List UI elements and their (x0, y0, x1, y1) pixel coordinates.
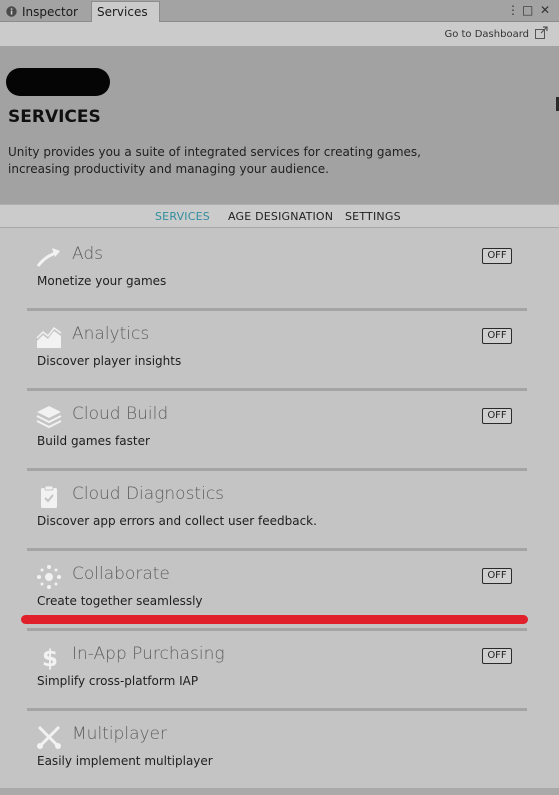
go-to-dashboard-link[interactable]: Go to Dashboard (444, 29, 529, 40)
service-card-cloud-build[interactable]: Cloud Build Build games faster OFF (27, 388, 527, 468)
svg-text:$: $ (42, 646, 58, 670)
service-name: Ads (72, 244, 103, 264)
redacted-project-name (6, 68, 110, 96)
maximize-icon[interactable]: □ (522, 3, 533, 17)
nav-tab-settings[interactable]: SETTINGS (345, 210, 401, 223)
dashboard-bar: Go to Dashboard (0, 22, 559, 46)
ads-icon (36, 248, 60, 267)
service-name: Multiplayer (72, 724, 167, 744)
service-card-multiplayer[interactable]: Multiplayer Easily implement multiplayer (27, 708, 527, 788)
editor-tab-bar: Inspector Services ⋮ □ ✕ (0, 0, 559, 22)
external-link-icon[interactable] (534, 26, 548, 40)
service-toggle[interactable]: OFF (482, 328, 512, 344)
close-icon[interactable]: ✕ (540, 3, 550, 17)
page-title: SERVICES (8, 107, 101, 127)
service-description: Discover app errors and collect user fee… (37, 514, 317, 528)
service-name: Analytics (72, 324, 150, 344)
service-toggle[interactable]: OFF (482, 408, 512, 424)
service-card-ads[interactable]: Ads Monetize your games OFF (27, 228, 527, 308)
tab-inspector-label: Inspector (22, 4, 78, 19)
service-toggle[interactable]: OFF (482, 568, 512, 584)
service-description: Easily implement multiplayer (37, 754, 213, 768)
nav-tab-age-designation[interactable]: AGE DESIGNATION (228, 210, 333, 223)
service-card-in-app-purchasing[interactable]: $ In-App Purchasing Simplify cross-platf… (27, 628, 527, 708)
service-description: Monetize your games (37, 274, 167, 288)
nav-tab-services[interactable]: SERVICES (155, 210, 210, 223)
page-description: Unity provides you a suite of integrated… (8, 145, 421, 176)
services-header: SERVICES Unity provides you a suite of i… (0, 46, 559, 204)
service-name: In-App Purchasing (72, 644, 225, 664)
cloud-diagnostics-icon (41, 485, 57, 508)
service-card-cloud-diagnostics[interactable]: Cloud Diagnostics Discover app errors an… (27, 468, 527, 548)
service-name: Cloud Diagnostics (72, 484, 225, 504)
service-name: Collaborate (72, 564, 170, 584)
service-description: Create together seamlessly (37, 594, 203, 608)
tab-services-label: Services (97, 5, 148, 19)
service-name: Cloud Build (72, 404, 169, 424)
bottom-edge (0, 788, 559, 795)
service-toggle[interactable]: OFF (482, 248, 512, 264)
tab-inspector[interactable]: Inspector (6, 2, 90, 21)
services-list: Ads Monetize your games OFF Analytics Di… (0, 228, 559, 795)
red-highlight-underline (21, 615, 528, 624)
tab-services[interactable]: Services (91, 1, 160, 22)
service-description: Discover player insights (37, 354, 182, 368)
service-toggle[interactable]: OFF (482, 648, 512, 664)
collaborate-icon (37, 565, 61, 589)
more-menu-icon[interactable]: ⋮ (507, 3, 519, 17)
service-description: Build games faster (37, 434, 150, 448)
service-card-analytics[interactable]: Analytics Discover player insights OFF (27, 308, 527, 388)
dollar-icon: $ (42, 646, 58, 670)
analytics-icon (36, 326, 62, 348)
services-nav: SERVICES AGE DESIGNATION SETTINGS (0, 204, 559, 228)
info-icon (6, 6, 17, 17)
multiplayer-icon (37, 725, 61, 749)
cloud-build-icon (36, 406, 62, 429)
service-description: Simplify cross-platform IAP (37, 674, 199, 688)
